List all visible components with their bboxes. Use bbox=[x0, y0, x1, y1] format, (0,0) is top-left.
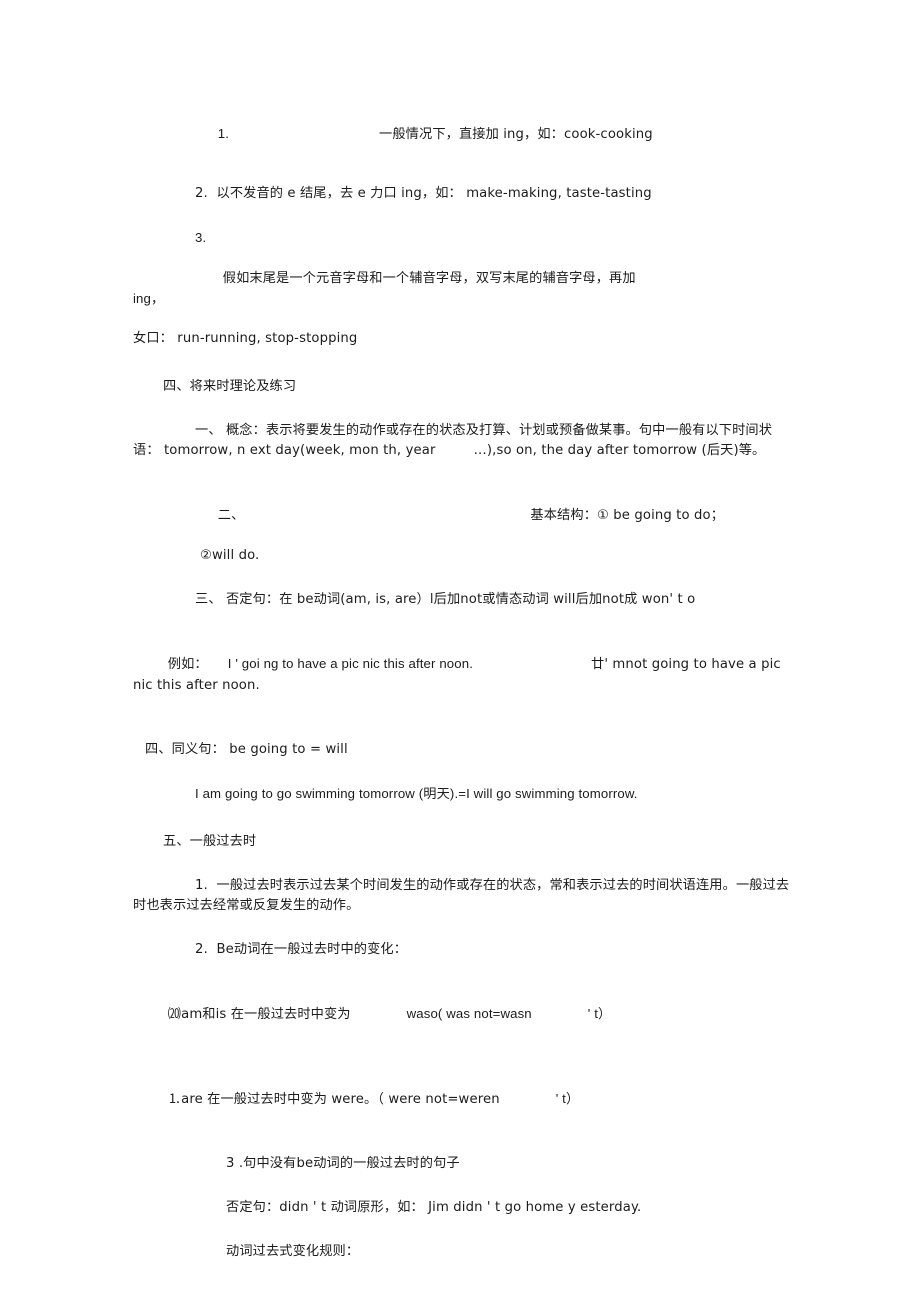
document-body: 1. 一般情况下，直接加 ing，如：cook-cooking 2. 以不发音的 … bbox=[133, 104, 791, 1303]
past-be-am-is: ⒇am和is 在一般过去时中变为 waso( was not=wasn ' t） bbox=[133, 984, 791, 1045]
example-paragraph: 例如： I ' goi ng to have a pic nic this aft… bbox=[133, 634, 791, 716]
past-be-are-contraction: ' t） bbox=[555, 1091, 580, 1106]
ing-rule-3-line-1: 假如末尾是一个元音字母和一个辅音字母，双写末尾的辅音字母，再加 bbox=[222, 271, 636, 286]
concept-label: 一、 概念： bbox=[195, 423, 266, 438]
ing-rule-3-number: 3. bbox=[195, 230, 207, 245]
past-be-am-is-contraction: ' t） bbox=[587, 1006, 612, 1021]
structure-text-2: ②will do. bbox=[200, 548, 260, 563]
structure-paragraph: 二、 基本结构：① be going to do； bbox=[133, 485, 791, 546]
synonym-example: I am going to go swimming tomorrow (明天).… bbox=[195, 786, 638, 801]
ing-rule-1-number: 1. bbox=[217, 126, 230, 141]
ing-rule-1-text: 一般情况下，直接加 ing，如：cook-cooking bbox=[379, 127, 653, 142]
ing-rule-2: 2. 以不发音的 e 结尾，去 e 力口 ing，如： make-making,… bbox=[195, 186, 652, 201]
synonym-line: 四、同义句： be going to = will bbox=[145, 742, 348, 757]
past-be-verb-heading: 2. Be动词在一般过去时中的变化： bbox=[195, 942, 408, 957]
negative-sentence-line: 三、 否定句：在 be动词(am, is, are）l后加not或情态动词 wi… bbox=[195, 592, 696, 607]
concept-paragraph: 一、 概念：表示将要发生的动作或存在的状态及打算、计划或预备做某事。句中一般有以… bbox=[133, 421, 791, 461]
document-page: 1. 一般情况下，直接加 ing，如：cook-cooking 2. 以不发音的 … bbox=[0, 0, 920, 1303]
past-be-are-text: ⒈are 在一般过去时中变为 were。（ were not=weren bbox=[167, 1092, 500, 1107]
past-rules-heading: 动词过去式变化规则： bbox=[226, 1244, 360, 1259]
past-be-are: ⒈are 在一般过去时中变为 were。（ were not=weren ' t） bbox=[133, 1069, 791, 1130]
section-five-heading: 五、一般过去时 bbox=[163, 834, 257, 849]
example-text-1: I ' goi ng to have a pic nic this after … bbox=[227, 656, 473, 671]
structure-label: 二、 bbox=[217, 508, 245, 523]
ing-rule-1: 1. 一般情况下，直接加 ing，如：cook-cooking bbox=[133, 104, 791, 165]
past-rule-1: 1 .一般在动词末尾加 -ed，如：work-worked , cook-coo… bbox=[133, 1286, 791, 1303]
example-label: 例如： bbox=[167, 657, 208, 672]
past-be-am-is-text: ⒇am和is 在一般过去时中变为 bbox=[167, 1007, 351, 1022]
concept-text-2: …),so on, the day after tomorrow (后天)等。 bbox=[473, 443, 766, 458]
ing-rule-3-line-2: 女口： run-running, stop-stopping bbox=[133, 331, 358, 346]
past-no-be-heading: 3 .句中没有be动词的一般过去时的句子 bbox=[226, 1156, 460, 1171]
section-four-heading: 四、将来时理论及练习 bbox=[163, 379, 297, 394]
ing-rule-3-body: 假如末尾是一个元音字母和一个辅音字母，双写末尾的辅音字母，再加 ing， bbox=[133, 248, 791, 329]
past-tense-definition: 1. 一般过去时表示过去某个时间发生的动作或存在的状态，常和表示过去的时间状语连… bbox=[133, 878, 790, 913]
ing-rule-3-tail: ing， bbox=[133, 291, 165, 306]
past-negative-line: 否定句：didn ' t 动词原形，如： Jim didn ' t go hom… bbox=[226, 1200, 642, 1215]
structure-text: 基本结构：① be going to do； bbox=[530, 508, 725, 523]
past-be-am-is-result: waso( was not=wasn bbox=[406, 1006, 532, 1021]
